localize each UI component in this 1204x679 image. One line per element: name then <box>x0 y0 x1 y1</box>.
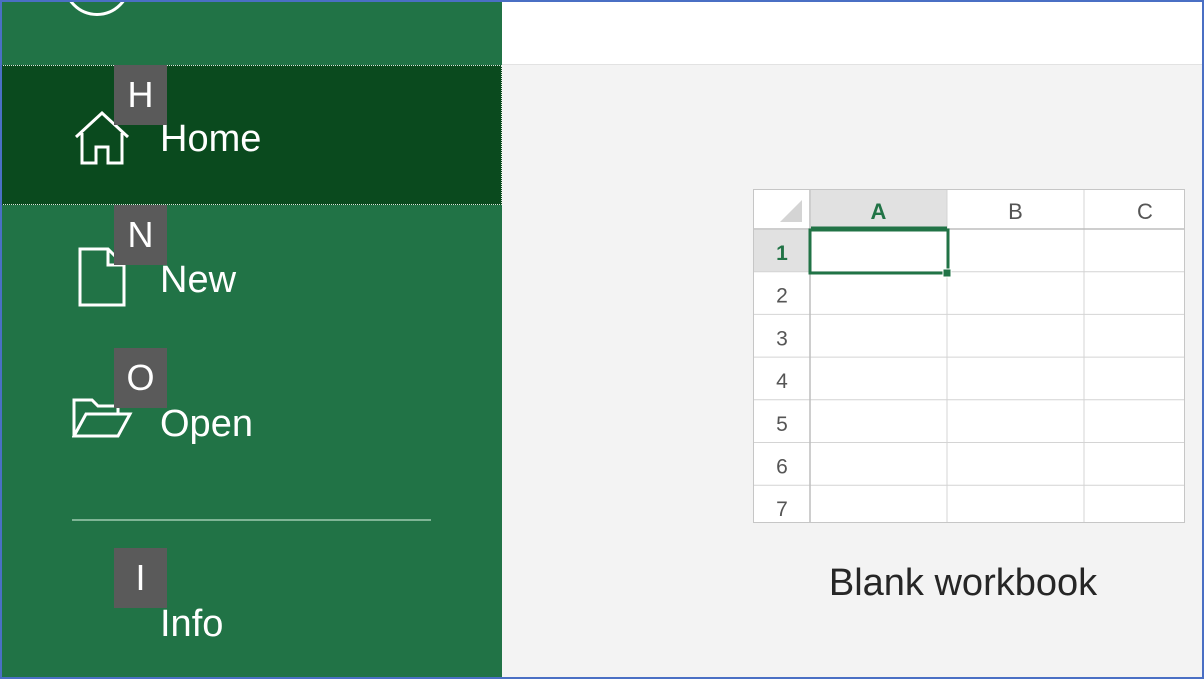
content-header <box>502 0 1204 65</box>
sidebar-item-label: New <box>160 259 237 301</box>
backstage-sidebar: H Home N New O Open I Info <box>0 0 502 679</box>
column-header-a: A <box>871 199 887 224</box>
sidebar-item-label: Open <box>160 403 253 445</box>
row-header-3: 3 <box>776 327 788 350</box>
sidebar-item-open[interactable]: O Open <box>0 348 502 488</box>
row-header-7: 7 <box>776 498 788 521</box>
back-button[interactable] <box>63 0 131 16</box>
sidebar-item-label: Info <box>160 603 224 645</box>
keytip-info: I <box>114 548 167 608</box>
sidebar-item-label: Home <box>160 118 262 160</box>
sidebar-divider <box>72 519 431 521</box>
column-header-c: C <box>1137 199 1153 224</box>
fill-handle <box>942 268 952 278</box>
column-header-b: B <box>1008 199 1023 224</box>
row-header-4: 4 <box>776 370 788 393</box>
keytip-new: N <box>114 205 167 265</box>
keytip-open: O <box>114 348 167 408</box>
row-header-2: 2 <box>776 285 788 308</box>
selected-cell <box>808 228 950 275</box>
template-caption: Blank workbook <box>828 562 1098 604</box>
row-header-6: 6 <box>776 456 788 479</box>
row-header-1: 1 <box>776 242 788 265</box>
spreadsheet-thumbnail: A B C 1 2 3 4 5 6 7 <box>754 190 1184 522</box>
row-header-5: 5 <box>776 413 788 436</box>
sidebar-item-home[interactable]: H Home <box>0 65 502 205</box>
sidebar-item-new[interactable]: N New <box>0 205 502 345</box>
sidebar-item-info[interactable]: I Info <box>0 548 502 679</box>
blank-workbook-template[interactable]: A B C 1 2 3 4 5 6 7 <box>753 189 1185 523</box>
keytip-home: H <box>114 65 167 125</box>
